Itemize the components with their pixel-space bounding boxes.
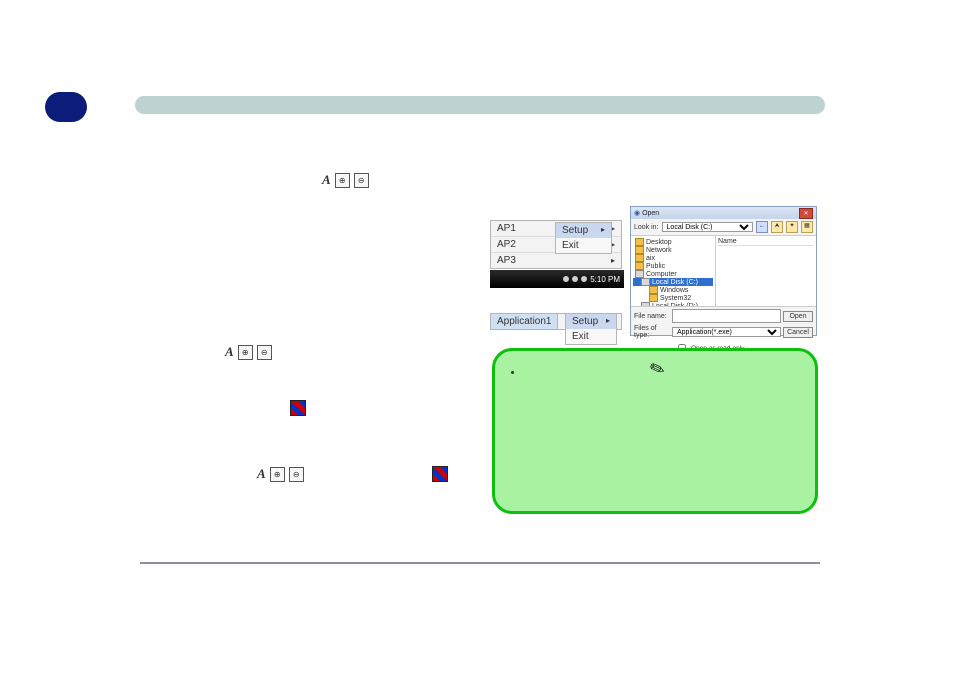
app-glyph-icon: A bbox=[225, 344, 234, 360]
submenu-label: Setup bbox=[562, 225, 588, 236]
folder-icon bbox=[635, 246, 644, 254]
footer-rule bbox=[140, 562, 820, 564]
submenu-label: Exit bbox=[562, 240, 579, 251]
tray-icon[interactable] bbox=[581, 276, 587, 282]
menu-item-label: AP3 bbox=[497, 255, 516, 266]
look-in-row: Look in: Local Disk (C:) ← ⮝ ✦ ▦ bbox=[631, 219, 816, 235]
tray-icon[interactable] bbox=[563, 276, 569, 282]
close-icon[interactable]: ✕ bbox=[799, 208, 813, 219]
filetype-label: Files of type: bbox=[634, 325, 670, 339]
filename-input[interactable] bbox=[672, 309, 781, 323]
drive-icon bbox=[641, 302, 650, 306]
look-in-label: Look in: bbox=[634, 224, 659, 231]
zoom-out-icon[interactable]: ⊖ bbox=[354, 173, 369, 188]
menu-item-label: AP1 bbox=[497, 223, 516, 234]
computer-icon bbox=[635, 270, 644, 278]
zoom-in-icon[interactable]: ⊕ bbox=[238, 345, 253, 360]
tree-node[interactable]: Local Disk (C:) bbox=[652, 279, 698, 286]
tray-menu-item[interactable]: AP3 ▸ bbox=[491, 253, 621, 268]
icon-group-2: A ⊕ ⊖ bbox=[225, 344, 272, 360]
tray-submenu: Setup ▸ Exit bbox=[555, 222, 612, 254]
submenu-item-setup[interactable]: Setup ▸ bbox=[566, 314, 616, 329]
dialog-titlebar: ◉ Open ✕ bbox=[631, 207, 816, 219]
broken-image-icon bbox=[290, 400, 306, 416]
folder-icon bbox=[635, 238, 644, 246]
tray-icon[interactable] bbox=[572, 276, 578, 282]
folder-tree[interactable]: Desktop Network aix Public Computer Loca… bbox=[631, 236, 716, 306]
pen-icon: ✎ bbox=[647, 357, 668, 382]
broken-image-icon bbox=[432, 466, 448, 482]
submenu-item-setup[interactable]: Setup ▸ bbox=[556, 223, 611, 238]
tree-node[interactable]: Desktop bbox=[646, 239, 672, 246]
app-submenu: Setup ▸ Exit bbox=[565, 313, 617, 345]
tree-node[interactable]: System32 bbox=[660, 295, 691, 302]
tree-node[interactable]: Local Disk (D:) bbox=[652, 303, 698, 307]
bullet-icon bbox=[511, 371, 514, 374]
file-list[interactable]: Name bbox=[716, 236, 816, 306]
icon-group-1: A ⊕ ⊖ bbox=[322, 172, 369, 188]
chevron-right-icon: ▸ bbox=[606, 316, 610, 327]
dialog-title: Open bbox=[642, 210, 659, 217]
folder-icon bbox=[635, 254, 644, 262]
section-number-pill bbox=[45, 92, 87, 122]
tree-node[interactable]: Windows bbox=[660, 287, 688, 294]
zoom-in-icon[interactable]: ⊕ bbox=[270, 467, 285, 482]
submenu-item-exit[interactable]: Exit bbox=[566, 329, 616, 344]
menu-item-label: AP2 bbox=[497, 239, 516, 250]
document-page: A ⊕ ⊖ A ⊕ ⊖ A ⊕ ⊖ AP1 ▸ AP2 ▸ AP3 ▸ Setup ▸ … bbox=[0, 0, 954, 673]
zoom-out-icon[interactable]: ⊖ bbox=[289, 467, 304, 482]
cancel-button[interactable]: Cancel bbox=[783, 327, 813, 338]
zoom-out-icon[interactable]: ⊖ bbox=[257, 345, 272, 360]
tree-node[interactable]: Network bbox=[646, 247, 672, 254]
submenu-item-exit[interactable]: Exit bbox=[556, 238, 611, 253]
windows-taskbar: 5:10 PM bbox=[490, 270, 624, 288]
open-file-dialog: ◉ Open ✕ Look in: Local Disk (C:) ← ⮝ ✦ … bbox=[630, 206, 817, 336]
look-in-select[interactable]: Local Disk (C:) bbox=[662, 222, 753, 232]
note-callout: ✎ bbox=[492, 348, 818, 514]
open-button[interactable]: Open bbox=[783, 311, 813, 322]
submenu-label: Setup bbox=[572, 316, 598, 327]
app-glyph-icon: A bbox=[257, 466, 266, 482]
section-title-bar bbox=[135, 96, 825, 114]
zoom-in-icon[interactable]: ⊕ bbox=[335, 173, 350, 188]
tree-node[interactable]: Computer bbox=[646, 271, 677, 278]
icon-group-3: A ⊕ ⊖ bbox=[257, 466, 304, 482]
clock: 5:10 PM bbox=[590, 275, 620, 284]
chevron-right-icon: ▸ bbox=[611, 256, 615, 265]
chevron-right-icon: ▸ bbox=[601, 225, 605, 236]
new-folder-icon[interactable]: ✦ bbox=[786, 221, 798, 233]
back-icon[interactable]: ← bbox=[756, 221, 768, 233]
column-header: Name bbox=[718, 238, 814, 246]
filetype-select[interactable]: Application(*.exe) bbox=[672, 327, 781, 337]
submenu-label: Exit bbox=[572, 331, 589, 342]
tree-node[interactable]: aix bbox=[646, 255, 655, 262]
folder-icon bbox=[649, 286, 658, 294]
views-icon[interactable]: ▦ bbox=[801, 221, 813, 233]
app-menu-label: Application1 bbox=[491, 314, 558, 329]
filename-label: File name: bbox=[634, 313, 670, 320]
tree-node[interactable]: Public bbox=[646, 263, 665, 270]
folder-icon bbox=[649, 294, 658, 302]
folder-icon bbox=[635, 262, 644, 270]
drive-icon bbox=[641, 278, 650, 286]
app-glyph-icon: A bbox=[322, 172, 331, 188]
up-folder-icon[interactable]: ⮝ bbox=[771, 221, 783, 233]
